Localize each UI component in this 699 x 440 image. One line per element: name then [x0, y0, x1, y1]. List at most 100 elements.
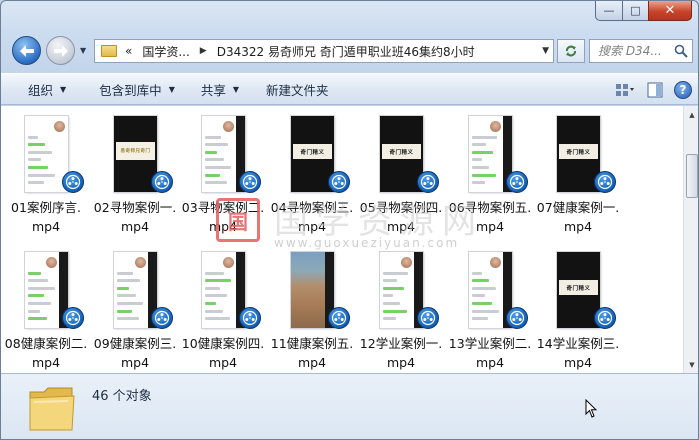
maximize-button[interactable]: □: [622, 1, 648, 21]
forward-button[interactable]: [46, 36, 75, 65]
search-icon[interactable]: [674, 44, 688, 58]
details-pane: 46 个对象: [1, 373, 698, 439]
media-player-icon: [151, 307, 173, 329]
file-item[interactable]: 奇门精义 04寻物案例三. mp4: [268, 108, 356, 234]
file-name: 02寻物案例一. mp4: [91, 198, 179, 236]
file-name: 07健康案例一. mp4: [534, 198, 622, 236]
file-name-line1: 02寻物案例一.: [93, 200, 177, 215]
file-extension: mp4: [563, 355, 593, 370]
scroll-thumb[interactable]: [686, 154, 698, 198]
media-player-icon: [506, 307, 528, 329]
file-item[interactable]: 12学业案例一. mp4: [357, 244, 445, 370]
breadcrumb-current[interactable]: D34322 易奇师兄 奇门遁甲职业班46集约8小时: [217, 43, 475, 60]
file-item[interactable]: 06寻物案例五. mp4: [446, 108, 534, 234]
share-menu[interactable]: 共享 ▼: [188, 80, 252, 99]
media-player-icon: [328, 307, 350, 329]
file-name: 11健康案例五. mp4: [268, 334, 356, 372]
file-list: 01案例序言. mp4 易奇师兄奇门 02寻物案例一. mp4 03寻物案例二. mp4 奇门…: [1, 106, 698, 373]
file-item[interactable]: 易奇师兄奇门 02寻物案例一. mp4: [91, 108, 179, 234]
file-extension: mp4: [475, 219, 505, 234]
file-item[interactable]: 03寻物案例二. mp4: [179, 108, 267, 234]
file-name-line1: 05寻物案例四.: [359, 200, 443, 215]
thumbnail-title: 易奇师兄奇门: [116, 142, 155, 160]
command-bar: 组织 ▼ 包含到库中 ▼ 共享 ▼ 新建文件夹 ?: [1, 73, 698, 105]
view-grid-icon: [616, 84, 634, 96]
file-extension: mp4: [386, 219, 416, 234]
file-item[interactable]: 奇门精义 05寻物案例四. mp4: [357, 108, 445, 234]
file-extension: mp4: [208, 219, 238, 234]
file-name: 14学业案例三. mp4: [534, 334, 622, 372]
file-name-line1: 06寻物案例五.: [448, 200, 532, 215]
media-player-icon: [62, 171, 84, 193]
file-item[interactable]: 奇门精义 07健康案例一. mp4: [534, 108, 622, 234]
media-player-icon: [417, 171, 439, 193]
file-item[interactable]: 11健康案例五. mp4: [268, 244, 356, 370]
file-extension: mp4: [475, 355, 505, 370]
media-player-icon: [239, 307, 261, 329]
vertical-scrollbar[interactable]: ▲ ▼: [683, 106, 698, 373]
minimize-button[interactable]: —: [595, 1, 622, 21]
navigation-bar: ▼ « 国学资... ▶ D34322 易奇师兄 奇门遁甲职业班46集约8小时 …: [1, 34, 698, 68]
include-in-library-menu[interactable]: 包含到库中 ▼: [79, 80, 188, 99]
new-folder-button[interactable]: 新建文件夹: [252, 80, 342, 99]
file-name: 12学业案例一. mp4: [357, 334, 445, 372]
scroll-down-arrow-icon[interactable]: ▼: [684, 356, 698, 373]
file-name-line1: 07健康案例一.: [536, 200, 620, 215]
file-name: 06寻物案例五. mp4: [446, 198, 534, 236]
file-item[interactable]: 13学业案例二. mp4: [446, 244, 534, 370]
file-extension: mp4: [386, 355, 416, 370]
refresh-icon: [566, 45, 576, 57]
media-player-icon: [594, 171, 616, 193]
file-name-line1: 03寻物案例二.: [181, 200, 265, 215]
preview-pane-icon: [647, 82, 663, 98]
recent-pages-dropdown[interactable]: ▼: [80, 46, 86, 55]
file-item[interactable]: 10健康案例四. mp4: [179, 244, 267, 370]
file-name: 04寻物案例三. mp4: [268, 198, 356, 236]
media-player-icon: [506, 171, 528, 193]
media-player-icon: [328, 171, 350, 193]
share-label: 共享: [200, 82, 226, 98]
organize-label: 组织: [28, 82, 54, 98]
chevron-down-icon[interactable]: ▼: [542, 46, 549, 56]
scroll-up-arrow-icon[interactable]: ▲: [684, 106, 698, 123]
file-name-line1: 10健康案例四.: [181, 336, 265, 351]
close-button[interactable]: ✕: [648, 1, 692, 21]
file-extension: mp4: [31, 219, 61, 234]
thumbnail-title: 奇门精义: [293, 144, 332, 159]
change-view-button[interactable]: [614, 80, 636, 100]
help-button[interactable]: ?: [674, 81, 692, 99]
file-extension: mp4: [120, 219, 150, 234]
file-extension: mp4: [208, 355, 238, 370]
file-name: 03寻物案例二. mp4: [179, 198, 267, 236]
back-button[interactable]: [12, 36, 41, 65]
file-name: 13学业案例二. mp4: [446, 334, 534, 372]
search-box[interactable]: [589, 39, 693, 63]
chevron-down-icon: ▼: [232, 84, 240, 94]
organize-menu[interactable]: 组织 ▼: [1, 80, 79, 99]
preview-pane-button[interactable]: [644, 80, 666, 100]
media-player-icon: [239, 171, 261, 193]
breadcrumb-item[interactable]: 国学资...: [142, 43, 189, 60]
new-folder-label: 新建文件夹: [266, 82, 329, 98]
chevron-down-icon: ▼: [60, 84, 67, 94]
media-player-icon: [594, 307, 616, 329]
file-name: 09健康案例三. mp4: [91, 334, 179, 372]
address-bar[interactable]: « 国学资... ▶ D34322 易奇师兄 奇门遁甲职业班46集约8小时 ▼: [94, 39, 554, 63]
file-item[interactable]: 01案例序言. mp4: [2, 108, 90, 234]
refresh-button[interactable]: [557, 39, 585, 63]
caption-buttons: — □ ✕: [595, 1, 692, 21]
search-input[interactable]: [598, 44, 678, 58]
file-item[interactable]: 09健康案例三. mp4: [91, 244, 179, 370]
include-in-library-label: 包含到库中: [99, 82, 162, 98]
breadcrumb-overflow[interactable]: «: [125, 44, 132, 58]
thumbnail-title: 奇门精义: [559, 280, 598, 295]
file-name: 10健康案例四. mp4: [179, 334, 267, 372]
file-name-line1: 12学业案例一.: [359, 336, 443, 351]
file-name-line1: 01案例序言.: [11, 200, 81, 215]
file-item[interactable]: 奇门精义 14学业案例三. mp4: [534, 244, 622, 370]
media-player-icon: [62, 307, 84, 329]
file-name-line1: 04寻物案例三.: [270, 200, 354, 215]
file-item[interactable]: 08健康案例二. mp4: [2, 244, 90, 370]
chevron-down-icon: ▼: [168, 84, 175, 94]
chevron-right-icon[interactable]: ▶: [200, 46, 207, 56]
